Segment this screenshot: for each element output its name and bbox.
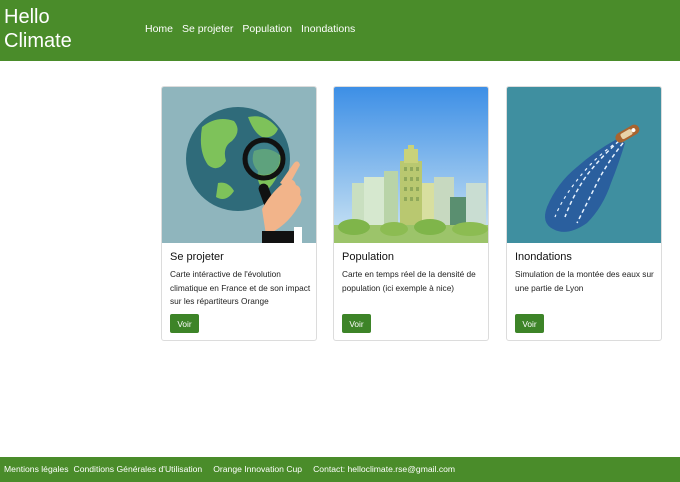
- voir-button[interactable]: Voir: [515, 314, 544, 333]
- footer-link-contact[interactable]: Contact: helloclimate.rse@gmail.com: [313, 464, 455, 474]
- voir-button[interactable]: Voir: [342, 314, 371, 333]
- nav-inondations[interactable]: Inondations: [301, 23, 355, 35]
- card-text: Simulation de la montée des eaux sur une…: [515, 269, 654, 293]
- globe-magnifier-illustration: [162, 87, 316, 243]
- footer-link-cgu[interactable]: Conditions Générales d'Utilisation: [74, 464, 203, 474]
- nav-home[interactable]: Home: [145, 23, 173, 35]
- voir-button[interactable]: Voir: [170, 314, 199, 333]
- card-title: Se projeter: [170, 251, 224, 263]
- nav-population[interactable]: Population: [242, 23, 292, 35]
- main-nav: Home Se projeter Population Inondations: [145, 23, 355, 35]
- brand-line-1: Hello: [4, 6, 50, 28]
- card-text: Carte intéractive de l'évolution climati…: [170, 269, 311, 306]
- footer-link-mentions-legales[interactable]: Mentions légales: [4, 464, 69, 474]
- card-population: Population Carte en temps réel de la den…: [333, 86, 489, 341]
- card-text: Carte en temps réel de la densité de pop…: [342, 269, 476, 293]
- footer-link-orange-innovation-cup[interactable]: Orange Innovation Cup: [213, 464, 302, 474]
- nav-se-projeter[interactable]: Se projeter: [182, 23, 233, 35]
- brand-logo-link[interactable]: Hello Climate: [4, 5, 114, 53]
- card-title: Inondations: [515, 251, 572, 263]
- top-navbar: Hello Climate Home Se projeter Populatio…: [0, 0, 680, 61]
- footer: Mentions légales Conditions Générales d'…: [0, 457, 680, 482]
- card-se-projeter: Se projeter Carte intéractive de l'évolu…: [161, 86, 317, 341]
- card-inondations: Inondations Simulation de la montée des …: [506, 86, 662, 341]
- boat-flood-illustration: [507, 87, 661, 243]
- brand-line-2: Climate: [4, 30, 72, 52]
- city-skyline-illustration: [334, 87, 488, 243]
- card-title: Population: [342, 251, 394, 263]
